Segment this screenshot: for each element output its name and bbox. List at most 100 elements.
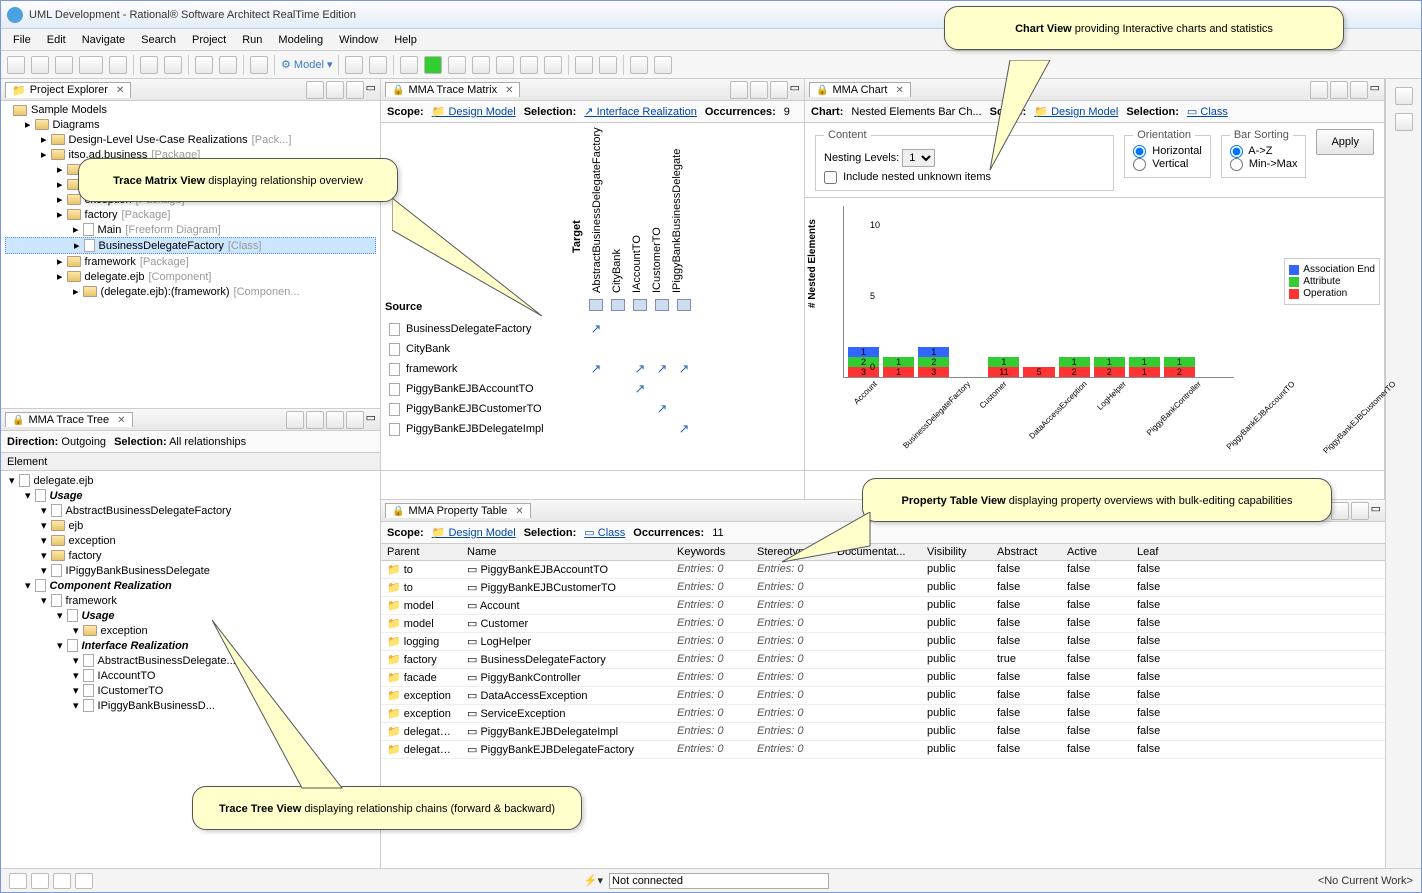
sb1-icon[interactable] [9, 873, 27, 889]
tree-item[interactable]: ▸Diagrams [5, 117, 376, 132]
menu-file[interactable]: File [7, 33, 37, 47]
tb-g-icon[interactable] [496, 56, 514, 74]
matrix-row[interactable]: CityBank [381, 339, 804, 359]
tb-bug-icon[interactable] [400, 56, 418, 74]
tb-d-icon[interactable] [345, 56, 363, 74]
tb-model-dd[interactable]: ⚙ Model ▾ [281, 58, 332, 71]
tb-fwd-icon[interactable] [654, 56, 672, 74]
tree-item[interactable]: Sample Models [5, 103, 376, 117]
trim2-icon[interactable] [1395, 113, 1413, 131]
tb-i-icon[interactable] [575, 56, 593, 74]
table-row[interactable]: 📁 to▭ PiggyBankEJBAccountTOEntries: 0Ent… [381, 561, 1385, 579]
pt-tb1-icon[interactable] [1331, 502, 1349, 520]
tree-item[interactable]: ▾IPiggyBankBusinessDelegate [5, 563, 376, 578]
close-icon[interactable]: ✕ [113, 415, 125, 426]
menu-navigate[interactable]: Navigate [76, 33, 131, 47]
orient-v-radio[interactable]: Vertical [1133, 158, 1188, 170]
tree-item[interactable]: ▾AbstractBusinessDelegateFactory [5, 503, 376, 518]
ch-tb1-icon[interactable] [1310, 81, 1328, 99]
tb-btn-icon[interactable] [109, 56, 127, 74]
tm-scope-link[interactable]: 📁 Design Model [432, 105, 516, 118]
tm-sel-link[interactable]: ↗ Interface Realization [584, 105, 697, 118]
apply-button[interactable]: Apply [1316, 129, 1374, 155]
minimize-icon[interactable]: ▭ [1370, 81, 1380, 99]
tm-tb3-icon[interactable] [770, 81, 788, 99]
tb-new-icon[interactable] [7, 56, 25, 74]
sb-conn-icon[interactable]: ⚡▾ [584, 874, 603, 887]
table-row[interactable]: 📁 exception▭ DataAccessExceptionEntries:… [381, 687, 1385, 705]
nesting-select[interactable]: 1 [902, 149, 935, 167]
tt-tb3-icon[interactable] [326, 411, 344, 429]
table-row[interactable]: 📁 exception▭ ServiceExceptionEntries: 0E… [381, 705, 1385, 723]
table-row[interactable]: 📁 delegate....▭ PiggyBankEJBDelegateImpl… [381, 723, 1385, 741]
tree-item[interactable]: ▸BusinessDelegateFactory [Class] [5, 237, 376, 254]
sb4-icon[interactable] [75, 873, 93, 889]
include-unknown-check[interactable]: Include nested unknown items [824, 171, 991, 183]
tt-column-header[interactable]: Element [1, 453, 380, 471]
table-row[interactable]: 📁 facade▭ PiggyBankControllerEntries: 0E… [381, 669, 1385, 687]
tb-lock2-icon[interactable] [164, 56, 182, 74]
tb-h-icon[interactable] [520, 56, 538, 74]
tree-item[interactable]: ▸(delegate.ejb):(framework) [Componen... [5, 284, 376, 299]
table-row[interactable]: 📁 delegate....▭ PiggyBankEJBDelegateFact… [381, 741, 1385, 759]
tree-item[interactable]: ▸Design-Level Use-Case Realizations [Pac… [5, 132, 376, 147]
tb-010-icon[interactable] [79, 56, 103, 74]
tt-tb4-icon[interactable] [346, 411, 364, 429]
tb-b-icon[interactable] [219, 56, 237, 74]
tm-tb2-icon[interactable] [750, 81, 768, 99]
tt-tb2-icon[interactable] [306, 411, 324, 429]
tb-c-icon[interactable] [250, 56, 268, 74]
pt-sel-link[interactable]: ▭ Class [584, 526, 625, 539]
project-explorer-tree[interactable]: Sample Models▸Diagrams▸Design-Level Use-… [1, 101, 380, 408]
pt-body[interactable]: 📁 to▭ PiggyBankEJBAccountTOEntries: 0Ent… [381, 561, 1385, 759]
tb-back-icon[interactable] [630, 56, 648, 74]
tb-ext-icon[interactable] [448, 56, 466, 74]
tree-item[interactable]: ▾Component Realization [5, 578, 376, 593]
tree-item[interactable]: ▸Main [Freeform Diagram] [5, 222, 376, 237]
tab-trace-matrix[interactable]: 🔒 MMA Trace Matrix ✕ [385, 82, 520, 97]
sort-az-radio[interactable]: A->Z [1230, 145, 1273, 157]
minimize-icon[interactable]: ▭ [366, 411, 376, 429]
close-icon[interactable]: ✕ [112, 85, 124, 96]
matrix-row[interactable]: PiggyBankEJBDelegateImpl↗ [381, 419, 804, 439]
table-row[interactable]: 📁 logging▭ LogHelperEntries: 0Entries: 0… [381, 633, 1385, 651]
tree-item[interactable]: ▾Usage [5, 488, 376, 503]
pt-tb2-icon[interactable] [1351, 502, 1369, 520]
menu-project[interactable]: Project [186, 33, 232, 47]
minimize-icon[interactable]: ▭ [790, 81, 800, 99]
matrix-row[interactable]: PiggyBankEJBAccountTO↗ [381, 379, 804, 399]
ch-sel-link[interactable]: ▭ Class [1187, 105, 1228, 118]
pt-scope-link[interactable]: 📁 Design Model [432, 526, 516, 539]
tab-mma-chart[interactable]: 🔒 MMA Chart ✕ [809, 82, 911, 97]
tab-trace-tree[interactable]: 🔒 MMA Trace Tree ✕ [5, 412, 133, 427]
tab-property-table[interactable]: 🔒 MMA Property Table ✕ [385, 503, 531, 518]
table-row[interactable]: 📁 model▭ CustomerEntries: 0Entries: 0pub… [381, 615, 1385, 633]
tab-project-explorer[interactable]: 📁 Project Explorer ✕ [5, 82, 131, 98]
menu-search[interactable]: Search [135, 33, 182, 47]
pe-focus-icon[interactable] [326, 81, 344, 99]
tb-run-icon[interactable] [424, 56, 442, 74]
ch-tb2-icon[interactable] [1330, 81, 1348, 99]
sort-minmax-radio[interactable]: Min->Max [1230, 158, 1298, 170]
close-icon[interactable]: ✕ [511, 506, 523, 517]
close-icon[interactable]: ✕ [891, 85, 903, 96]
minimize-icon[interactable]: ▭ [1371, 502, 1381, 520]
trim1-icon[interactable] [1395, 87, 1413, 105]
tb-e-icon[interactable] [369, 56, 387, 74]
minimize-icon[interactable]: ▭ [366, 81, 376, 99]
table-row[interactable]: 📁 model▭ AccountEntries: 0Entries: 0publ… [381, 597, 1385, 615]
pe-link-icon[interactable] [306, 81, 324, 99]
menu-help[interactable]: Help [388, 33, 423, 47]
tb-lock-icon[interactable] [140, 56, 158, 74]
tm-tb1-icon[interactable] [730, 81, 748, 99]
tt-tb1-icon[interactable] [286, 411, 304, 429]
menu-modeling[interactable]: Modeling [272, 33, 329, 47]
tree-item[interactable]: ▾factory [5, 548, 376, 563]
tb-save-icon[interactable] [31, 56, 49, 74]
tb-j-icon[interactable] [599, 56, 617, 74]
connection-field[interactable] [609, 873, 829, 889]
tree-item[interactable]: ▾exception [5, 533, 376, 548]
orient-h-radio[interactable]: Horizontal [1133, 145, 1202, 157]
sb2-icon[interactable] [31, 873, 49, 889]
tree-item[interactable]: ▸delegate.ejb [Component] [5, 269, 376, 284]
